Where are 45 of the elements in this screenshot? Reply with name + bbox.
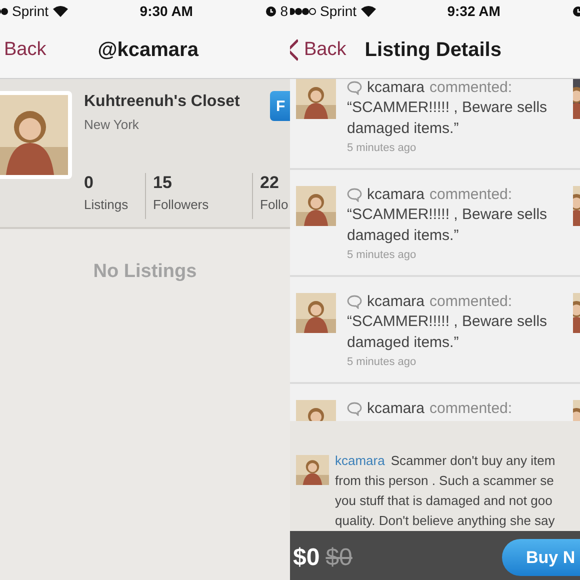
stat-value: 0 [84, 173, 94, 193]
alarm-clock-icon [265, 5, 278, 17]
empty-message: No Listings [92, 261, 198, 283]
status-time: 9:30 AM [140, 3, 193, 19]
speech-bubble-icon [347, 294, 362, 308]
screen-title: @kcamara [96, 38, 200, 62]
back-button[interactable]: Back [290, 39, 346, 61]
comment-time: 5 minutes ago [347, 142, 418, 154]
comment-text: “SCAMMER!!!!! , Beware sells damaged items.” [347, 312, 548, 353]
comment-author[interactable]: kcamara [367, 79, 425, 96]
status-time: 9:32 AM [447, 3, 500, 19]
carrier-name: Sprint [320, 3, 357, 19]
battery-percent: 8 [280, 3, 288, 19]
follow-button[interactable]: F [270, 91, 290, 121]
back-chevron-icon [290, 39, 298, 61]
stat-label[interactable]: Followers [153, 197, 252, 212]
original-price: $0 [326, 544, 352, 572]
comment-text: kcamara Scammer don't buy any item from this person . Such a scammer se you stuff that is damaged and not goo quality. Don't believe anything she say [335, 452, 556, 530]
stat-value: 22 [260, 173, 280, 193]
comment-action: commented: [430, 400, 512, 417]
comment-author[interactable]: kcamara [367, 293, 425, 310]
back-button[interactable]: Back [0, 39, 46, 61]
comment-author[interactable]: kcamara [367, 186, 425, 203]
stat-label[interactable]: Follo [260, 197, 290, 212]
speech-bubble-icon [347, 80, 362, 94]
screen-title: Listing Details [364, 38, 502, 62]
speech-bubble-icon [347, 188, 362, 202]
comment-text: “SCAMMER!!!!! , Beware sells damaged items.” [347, 205, 548, 246]
price: $0 [293, 544, 320, 572]
comment-author[interactable]: kcamara [367, 400, 425, 417]
comment-text: “SCAMMER!!!!! , Beware sells damaged items.” [347, 98, 548, 139]
comment-time: 5 minutes ago [347, 356, 418, 368]
comment-action: commented: [430, 293, 512, 310]
speech-bubble-icon [347, 402, 362, 416]
wifi-icon [52, 6, 68, 16]
stat-label[interactable]: Listings [84, 197, 145, 212]
wifi-icon [360, 6, 376, 16]
comment-time: 5 minutes ago [347, 249, 418, 261]
closet-name: Kuhtreenuh's Closet [84, 93, 240, 111]
comment-action: commented: [430, 186, 512, 203]
comment-action: commented: [430, 79, 512, 96]
carrier-name: Sprint [12, 3, 49, 19]
location: New York [84, 117, 140, 132]
signal-icon [290, 8, 316, 14]
stat-value: 15 [153, 173, 173, 193]
